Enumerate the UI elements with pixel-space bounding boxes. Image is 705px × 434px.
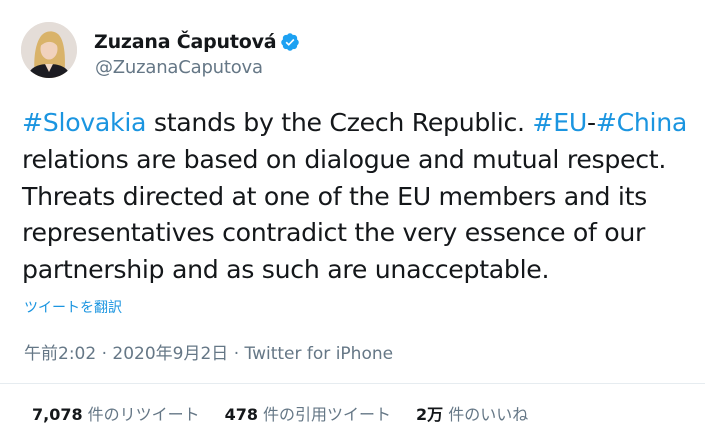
retweet-label: 件のリツイート (87, 405, 200, 424)
retweet-count: 7,078 (32, 405, 83, 424)
quote-label: 件の引用ツイート (263, 405, 392, 424)
hashtag-link[interactable]: #EU (532, 108, 587, 137)
quote-tweets-stat[interactable]: 478 件の引用ツイート (225, 401, 391, 425)
meta-separator: · (233, 344, 240, 364)
tweet-text: #Slovakia stands by the Czech Republic. … (22, 105, 702, 289)
meta-separator: · (101, 344, 107, 364)
tweet-meta: 午前2:02 · 2020年9月2日 · Twitter for iPhone (24, 339, 393, 364)
tweet-line: relations are based on dialogue and mutu… (22, 142, 702, 179)
tweet-text-segment: representatives contradict the very esse… (22, 218, 646, 248)
tweet-text-segment: stands by the Czech Republic. (146, 108, 533, 137)
like-count: 2万 (416, 405, 444, 424)
verified-badge-icon (280, 32, 300, 52)
hashtag-link[interactable]: #Slovakia (22, 108, 146, 137)
quote-count: 478 (224, 405, 259, 424)
name-row: Zuzana Čaputová (94, 31, 300, 53)
translate-tweet-link[interactable]: ツイートを翻訳 (24, 297, 122, 317)
tweet-line: representatives contradict the very esse… (22, 215, 702, 252)
retweets-stat[interactable]: 7,078 件のリツイート (32, 401, 200, 425)
display-name[interactable]: Zuzana Čaputová (94, 31, 277, 53)
tweet-line: Threats directed at one of the EU member… (22, 179, 702, 216)
tweet-text-segment: Threats directed at one of the EU member… (22, 181, 647, 211)
likes-stat[interactable]: 2万 件のいいね (416, 401, 528, 425)
handle[interactable]: @ZuzanaCaputova (95, 57, 263, 78)
hashtag-link[interactable]: #China (596, 108, 688, 137)
tweet-line: partnership and as such are unacceptable… (22, 252, 702, 289)
divider (0, 383, 705, 384)
tweet-source[interactable]: Twitter for iPhone (245, 344, 394, 364)
avatar-photo (21, 22, 77, 78)
tweet-text-segment: partnership and as such are unacceptable… (22, 255, 550, 285)
tweet-time[interactable]: 午前2:02 (24, 344, 96, 364)
like-label: 件のいいね (448, 405, 529, 424)
avatar[interactable] (21, 22, 77, 78)
tweet-line: #Slovakia stands by the Czech Republic. … (22, 105, 702, 142)
tweet-text-segment: - (586, 108, 596, 137)
tweet-text-segment: relations are based on dialogue and mutu… (22, 144, 667, 174)
tweet-stats: 7,078 件のリツイート 478 件の引用ツイート 2万 件のいいね (32, 401, 528, 425)
tweet-date[interactable]: 2020年9月2日 (112, 344, 228, 364)
